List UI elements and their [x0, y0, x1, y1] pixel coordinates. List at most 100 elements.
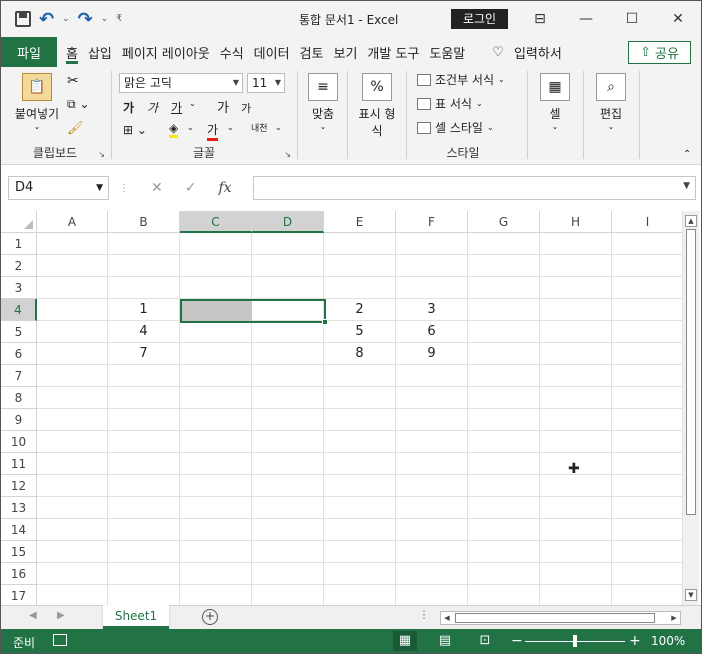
- cell-a3[interactable]: [37, 277, 108, 299]
- zoom-in-icon[interactable]: +: [629, 633, 641, 649]
- cell-e16[interactable]: [324, 563, 396, 585]
- increase-font-button[interactable]: 가: [217, 97, 229, 116]
- cell-f13[interactable]: [396, 497, 468, 519]
- cell-d11[interactable]: [252, 453, 324, 475]
- cell-e14[interactable]: [324, 519, 396, 541]
- cell-i14[interactable]: [612, 519, 684, 541]
- cell-f5[interactable]: 6: [396, 321, 468, 343]
- cell-h6[interactable]: [540, 343, 612, 365]
- cell-i2[interactable]: [612, 255, 684, 277]
- cell-a4[interactable]: [37, 299, 108, 321]
- collapse-ribbon-icon[interactable]: ⌃: [683, 149, 691, 160]
- cell-g6[interactable]: [468, 343, 540, 365]
- cell-d10[interactable]: [252, 431, 324, 453]
- cell-c10[interactable]: [180, 431, 252, 453]
- cell-b3[interactable]: [108, 277, 180, 299]
- cell-h10[interactable]: [540, 431, 612, 453]
- horizontal-scroll-thumb[interactable]: [455, 613, 655, 623]
- select-all-button[interactable]: [1, 211, 37, 233]
- cell-a10[interactable]: [37, 431, 108, 453]
- font-color-dropdown-icon[interactable]: ⌄: [227, 123, 234, 132]
- cell-b12[interactable]: [108, 475, 180, 497]
- cell-b17[interactable]: [108, 585, 180, 605]
- cell-i7[interactable]: [612, 365, 684, 387]
- cell-h2[interactable]: [540, 255, 612, 277]
- cell-g5[interactable]: [468, 321, 540, 343]
- cell-e4[interactable]: 2: [324, 299, 396, 321]
- share-button[interactable]: ⇧ 공유: [628, 41, 691, 64]
- editing-button[interactable]: ⌕ 편집 ⌄: [591, 73, 631, 131]
- cell-e12[interactable]: [324, 475, 396, 497]
- cell-i16[interactable]: [612, 563, 684, 585]
- cell-d12[interactable]: [252, 475, 324, 497]
- cell-d1[interactable]: [252, 233, 324, 255]
- close-icon[interactable]: ✕: [655, 1, 701, 37]
- number-format-button[interactable]: % 표시 형 식: [353, 73, 401, 139]
- cell-b14[interactable]: [108, 519, 180, 541]
- cell-i3[interactable]: [612, 277, 684, 299]
- splitter-icon[interactable]: ⋮: [419, 610, 429, 621]
- row-header-8[interactable]: 8: [1, 387, 37, 409]
- cell-g13[interactable]: [468, 497, 540, 519]
- cell-h1[interactable]: [540, 233, 612, 255]
- cell-i6[interactable]: [612, 343, 684, 365]
- cell-g11[interactable]: [468, 453, 540, 475]
- cell-e17[interactable]: [324, 585, 396, 605]
- cell-g15[interactable]: [468, 541, 540, 563]
- cell-i15[interactable]: [612, 541, 684, 563]
- row-header-9[interactable]: 9: [1, 409, 37, 431]
- cell-i8[interactable]: [612, 387, 684, 409]
- row-header-3[interactable]: 3: [1, 277, 37, 299]
- column-header-h[interactable]: H: [540, 211, 612, 233]
- format-painter-icon[interactable]: 🖌: [67, 121, 84, 136]
- cell-f9[interactable]: [396, 409, 468, 431]
- tab-home[interactable]: 홈: [61, 37, 83, 67]
- decrease-font-button[interactable]: 가: [241, 100, 251, 116]
- sheet-tab-sheet1[interactable]: Sheet1: [103, 605, 169, 629]
- add-sheet-icon[interactable]: +: [202, 609, 218, 625]
- cell-h7[interactable]: [540, 365, 612, 387]
- row-header-16[interactable]: 16: [1, 563, 37, 585]
- cell-c8[interactable]: [180, 387, 252, 409]
- row-header-6[interactable]: 6: [1, 343, 37, 365]
- column-header-i[interactable]: I: [612, 211, 684, 233]
- cell-a2[interactable]: [37, 255, 108, 277]
- cell-b11[interactable]: [108, 453, 180, 475]
- phonetic-button[interactable]: 내천: [251, 121, 268, 134]
- cell-h13[interactable]: [540, 497, 612, 519]
- fill-color-dropdown-icon[interactable]: ⌄: [187, 123, 194, 132]
- cell-h5[interactable]: [540, 321, 612, 343]
- cell-g9[interactable]: [468, 409, 540, 431]
- column-header-a[interactable]: A: [37, 211, 108, 233]
- cell-a9[interactable]: [37, 409, 108, 431]
- cell-b5[interactable]: 4: [108, 321, 180, 343]
- cell-e7[interactable]: [324, 365, 396, 387]
- cell-b6[interactable]: 7: [108, 343, 180, 365]
- formula-input[interactable]: ▼: [253, 176, 696, 200]
- font-size-dropdown[interactable]: 11 ▼: [247, 73, 285, 93]
- cell-b1[interactable]: [108, 233, 180, 255]
- font-launcher-icon[interactable]: ↘: [284, 150, 291, 159]
- column-header-d[interactable]: D: [252, 211, 324, 233]
- column-header-f[interactable]: F: [396, 211, 468, 233]
- tab-insert[interactable]: 삽입: [83, 37, 117, 67]
- underline-dropdown-icon[interactable]: ⌄: [189, 99, 196, 108]
- row-header-15[interactable]: 15: [1, 541, 37, 563]
- cell-a17[interactable]: [37, 585, 108, 605]
- cell-f11[interactable]: [396, 453, 468, 475]
- cell-b9[interactable]: [108, 409, 180, 431]
- enter-icon[interactable]: ✓: [185, 180, 197, 196]
- cell-c2[interactable]: [180, 255, 252, 277]
- page-layout-view-icon[interactable]: ▤: [433, 631, 457, 651]
- macro-record-icon[interactable]: [53, 634, 67, 646]
- cell-h9[interactable]: [540, 409, 612, 431]
- cell-f1[interactable]: [396, 233, 468, 255]
- cell-f17[interactable]: [396, 585, 468, 605]
- login-button[interactable]: 로그인: [451, 9, 508, 29]
- cell-i4[interactable]: [612, 299, 684, 321]
- cell-c7[interactable]: [180, 365, 252, 387]
- row-header-4[interactable]: 4: [1, 299, 37, 321]
- vertical-scroll-thumb[interactable]: [686, 229, 696, 515]
- cell-f7[interactable]: [396, 365, 468, 387]
- cell-c6[interactable]: [180, 343, 252, 365]
